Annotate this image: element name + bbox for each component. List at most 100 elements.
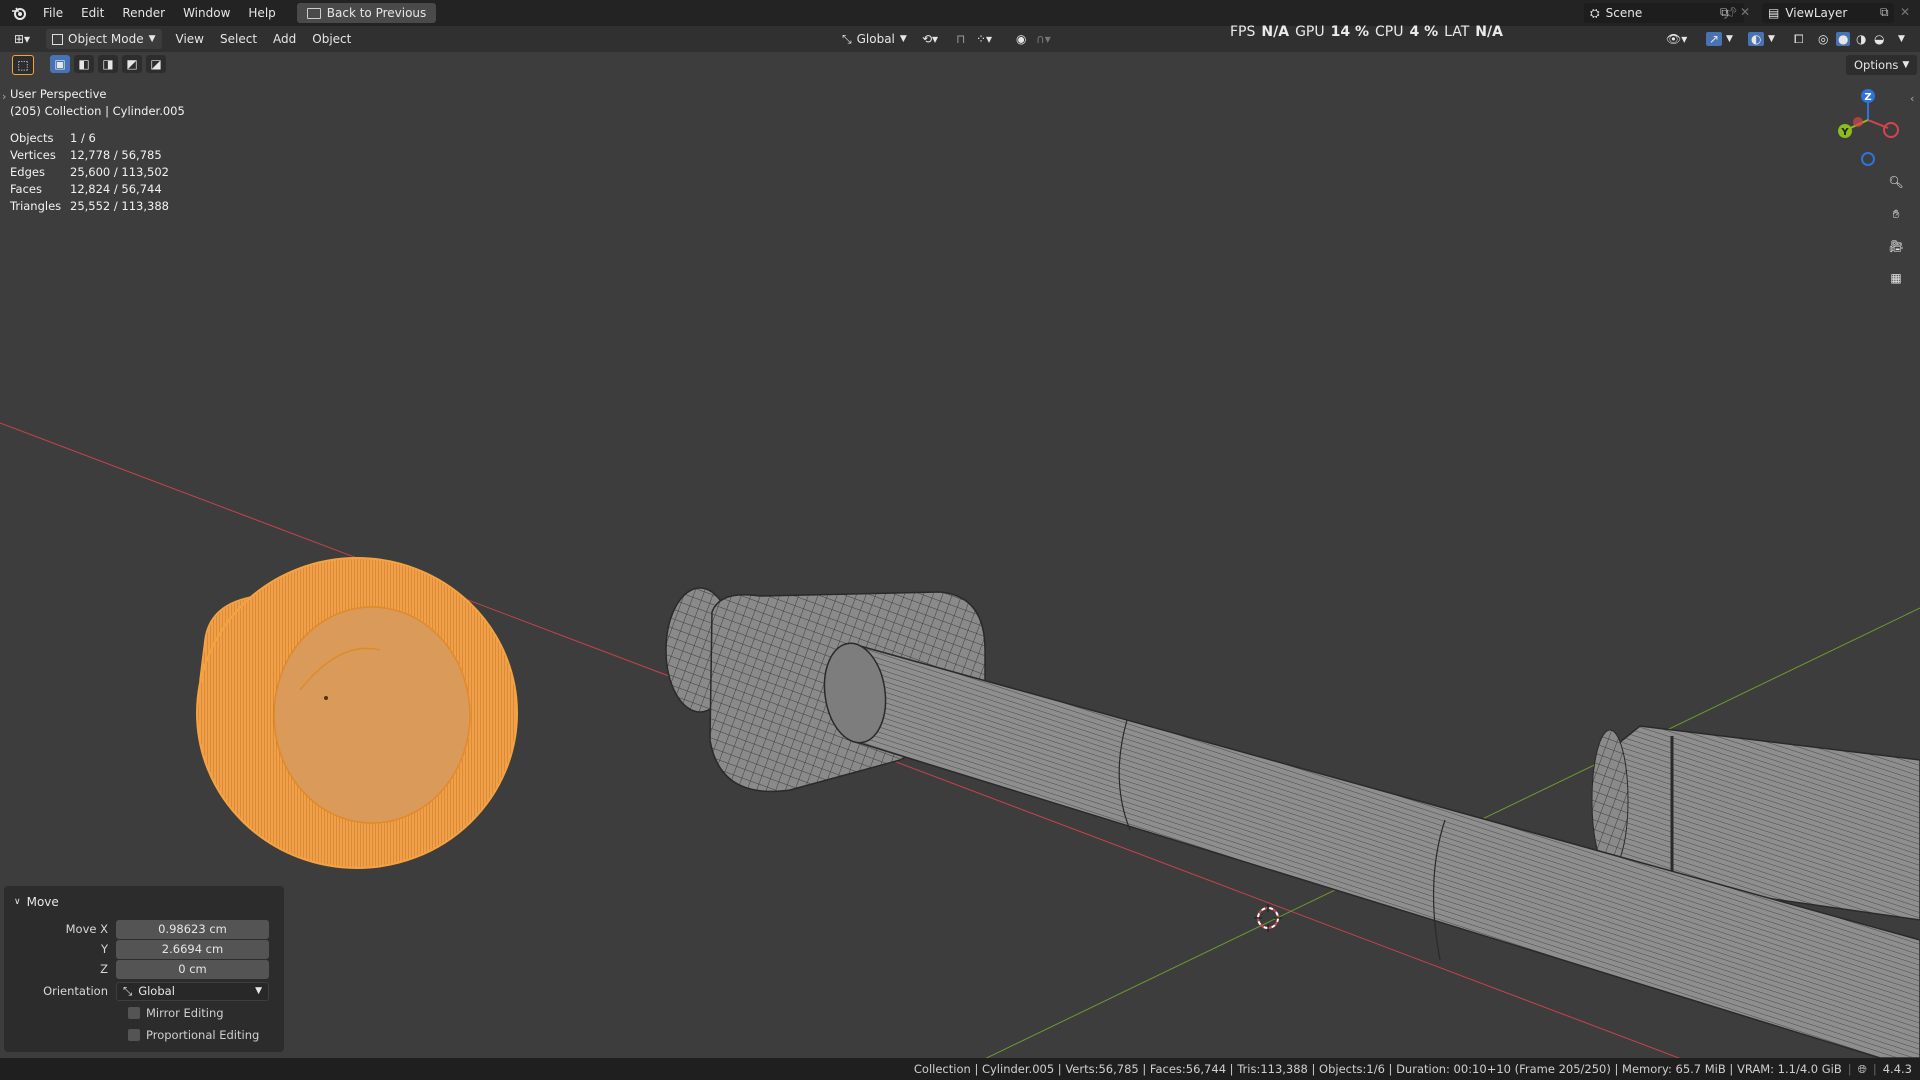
transform-orientation-dropdown[interactable]: ⤡ Global ▼ [836, 29, 913, 49]
xray-icon[interactable]: ⧠ [1794, 32, 1804, 47]
proportional-editing-checkbox[interactable] [128, 1029, 140, 1041]
3d-cursor[interactable] [1254, 904, 1282, 932]
viewlayer-selector[interactable]: ▤ ViewLayer [1762, 3, 1894, 23]
zoom-icon[interactable]: 🔍︎ [1884, 170, 1908, 194]
move-z-field[interactable]: 0 cm [116, 959, 269, 979]
menu-add[interactable]: Add [265, 26, 304, 52]
status-bar: Collection | Cylinder.005 | Verts:56,785… [0, 1058, 1920, 1080]
pan-hand-icon[interactable]: ✋︎ [1884, 202, 1908, 226]
collapse-chevron-icon: ∨ [14, 897, 21, 907]
viewlayer-name: ViewLayer [1785, 6, 1848, 20]
proportional-edit-icon[interactable]: ◉ [1016, 32, 1026, 46]
toolbar-toggle-icon[interactable]: › [2, 90, 6, 103]
new-scene-icon[interactable]: ⧉ [1720, 5, 1729, 20]
stat-key: Objects [10, 131, 54, 145]
select-subtract-icon[interactable]: ◨ [98, 55, 118, 73]
network-globe-icon[interactable]: 🌐︎ [1858, 1062, 1867, 1077]
chevron-down-icon: ▼ [899, 34, 907, 44]
select-new-icon[interactable]: ▣ [50, 55, 70, 73]
select-tool-icon[interactable]: ⬚ [12, 55, 34, 75]
viewport-canvas[interactable]: Z Y [0, 52, 1920, 1058]
mirror-editing-checkbox[interactable] [128, 1007, 140, 1019]
pivot-icon[interactable]: ⟲▾ [922, 32, 938, 46]
shading-material-icon[interactable]: ◑ [1856, 32, 1866, 46]
shading-dropdown-icon[interactable]: ▼ [1898, 34, 1905, 44]
viewport-header: ⊞▾ Object Mode ▼ View Select Add Object … [0, 26, 1920, 52]
new-viewlayer-icon[interactable]: ⧉ [1880, 5, 1889, 20]
stat-key: Faces [10, 182, 42, 196]
overlay-toggle-icon[interactable]: ◐ [1748, 32, 1765, 46]
stat-value: 1 / 6 [70, 131, 96, 145]
status-text: Collection | Cylinder.005 | Verts:56,785… [913, 1062, 1842, 1076]
gizmo-neg-z[interactable] [1861, 152, 1875, 166]
stat-value: 25,552 / 113,388 [70, 199, 169, 213]
shading-solid-icon[interactable]: ● [1836, 32, 1851, 46]
move-z-row: Z 0 cm [4, 959, 284, 979]
delete-viewlayer-icon[interactable]: ✕ [1900, 5, 1910, 19]
navigation-gizmo[interactable]: Z Y [1838, 89, 1899, 166]
snap-toggle-icon[interactable]: ⊓ [956, 32, 965, 46]
stat-value: 12,778 / 56,785 [70, 148, 162, 162]
gizmo-dropdown-icon[interactable]: ▼ [1726, 34, 1733, 44]
select-invert-icon[interactable]: ◩ [122, 55, 142, 73]
stat-value: 25,600 / 113,502 [70, 165, 169, 179]
back-to-previous-label: Back to Previous [326, 6, 427, 20]
chevron-down-icon: ▼ [148, 34, 156, 44]
menu-help[interactable]: Help [239, 0, 284, 26]
panel-header[interactable]: ∨ Move [14, 895, 59, 909]
options-label: Options [1854, 58, 1899, 72]
viewport-info-overlay: User Perspective (205) Collection | Cyli… [10, 86, 185, 215]
select-intersect-icon[interactable]: ◪ [146, 55, 166, 73]
snap-target-icon[interactable]: ⁘▾ [976, 32, 992, 46]
stat-vertices: Vertices 12,778 / 56,785 [10, 147, 185, 164]
menu-window[interactable]: Window [174, 0, 239, 26]
menu-file[interactable]: File [34, 0, 72, 26]
mode-label: Object Mode [68, 32, 144, 46]
visibility-icon[interactable]: 👁︎▾ [1666, 32, 1687, 46]
camera-view-icon[interactable]: 🎥︎ [1884, 234, 1908, 258]
tool-settings-strip: ⬚ ▣ ◧ ◨ ◩ ◪ [12, 55, 166, 75]
fps-label: FPS [1230, 24, 1256, 40]
chevron-down-icon: ▼ [255, 986, 262, 996]
move-y-field[interactable]: 2.6694 cm [116, 939, 269, 959]
view-context: (205) Collection | Cylinder.005 [10, 104, 185, 118]
viewlayer-icon: ▤ [1768, 6, 1780, 20]
menu-render[interactable]: Render [113, 0, 174, 26]
selected-cylinder-005[interactable] [196, 557, 518, 869]
mode-dropdown[interactable]: Object Mode ▼ [46, 29, 162, 49]
blender-logo-icon[interactable] [10, 4, 28, 22]
gpu-label: GPU [1295, 24, 1325, 40]
editor-type-icon[interactable]: ⊞▾ [14, 32, 40, 46]
shading-rendered-icon[interactable]: ◒ [1874, 32, 1884, 46]
performance-overlay: FPS N/A GPU 14 % CPU 4 % LAT N/A [1230, 24, 1503, 40]
cpu-value: 4 % [1409, 24, 1439, 40]
menu-edit[interactable]: Edit [72, 0, 113, 26]
menu-view[interactable]: View [168, 26, 212, 52]
options-dropdown[interactable]: Options ▼ [1846, 55, 1918, 75]
scene-name: Scene [1605, 6, 1643, 20]
move-x-label: Move X [65, 922, 108, 936]
sidebar-toggle-icon[interactable]: ‹ [1910, 92, 1914, 105]
gizmo-toggle-icon[interactable]: ↗ [1706, 32, 1723, 46]
back-to-previous-button[interactable]: Back to Previous [296, 3, 437, 23]
proportional-row: Proportional Editing [4, 1025, 284, 1045]
ortho-grid-icon[interactable]: ▦ [1884, 266, 1908, 290]
chevron-down-icon: ▼ [1902, 60, 1910, 70]
stat-key: Vertices [10, 148, 56, 162]
orientation-dropdown[interactable]: ⤡ Global ▼ [116, 981, 269, 1001]
gizmo-neg-x[interactable] [1853, 117, 1863, 127]
shading-wireframe-icon[interactable]: ◎ [1818, 32, 1828, 46]
menu-select[interactable]: Select [212, 26, 265, 52]
gizmo-x-axis[interactable] [1883, 122, 1899, 138]
overlay-dropdown-icon[interactable]: ▼ [1768, 34, 1775, 44]
move-x-field[interactable]: 0.98623 cm [116, 919, 269, 939]
menu-object[interactable]: Object [304, 26, 359, 52]
lat-value: N/A [1475, 24, 1503, 40]
select-extend-icon[interactable]: ◧ [74, 55, 94, 73]
falloff-icon[interactable]: ∩▾ [1036, 32, 1051, 46]
gpu-value: 14 % [1330, 24, 1369, 40]
fps-value: N/A [1261, 24, 1290, 40]
delete-scene-icon[interactable]: ✕ [1740, 5, 1750, 19]
stat-faces: Faces 12,824 / 56,744 [10, 181, 185, 198]
orientation-value: Global [138, 984, 175, 998]
